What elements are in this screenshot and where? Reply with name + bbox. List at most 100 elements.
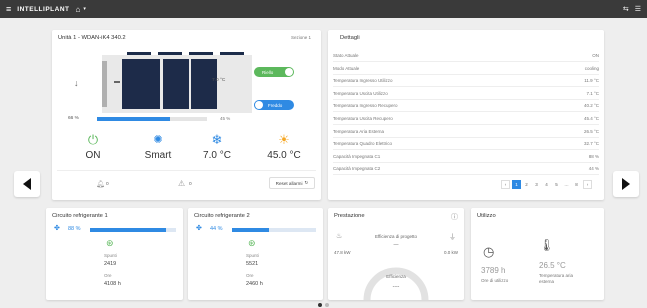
sun-icon: ☀	[278, 132, 290, 147]
circuit-card-2: Circuito refrigerante 2 ✤ 44 % ⊛ Spunti …	[188, 208, 323, 300]
list-icon[interactable]: ☰	[635, 5, 641, 13]
bell-icon: 🔔︎	[96, 181, 105, 188]
mode-toggle-on[interactable]: Riello	[254, 67, 294, 77]
circuit-2-percent: 44 %	[210, 226, 223, 232]
usage-title: Utilizzo	[477, 213, 496, 219]
page-button[interactable]: …	[562, 180, 571, 189]
carousel-dots	[318, 303, 329, 307]
page-button[interactable]: 2	[522, 180, 531, 189]
detail-row: Temperatura Ingresso Utilizzo 11.9 °C	[333, 75, 599, 88]
section-badge: Sezione 1	[290, 35, 311, 40]
toggle-on-label: Riello	[262, 69, 274, 75]
detail-label: Temperatura Aria Esterna	[333, 128, 385, 134]
capacity-bar-fill	[97, 117, 170, 121]
detail-row: Temperatura Uscita Recupero 45.4 °C	[333, 113, 599, 125]
compressor-icon: ⊛	[248, 238, 256, 248]
circuit-1-title: Circuito refrigerante 1	[52, 213, 108, 219]
page-next-button[interactable]: ›	[583, 180, 592, 189]
power-value: ON	[85, 150, 101, 161]
carousel-dot-active[interactable]	[318, 303, 322, 307]
cold-temperature-value: 7.0 °C	[203, 150, 231, 161]
detail-label: Temperatura Quadro Elettrico	[333, 141, 393, 147]
info-icon[interactable]: ⓘ	[451, 212, 458, 222]
page-button[interactable]: 1	[512, 180, 521, 189]
arrow-right-icon	[622, 178, 630, 190]
circuit-2-starts-label: Spunti	[246, 253, 259, 258]
mode-value: Smart	[144, 150, 172, 161]
detail-value: 7.1 °C	[586, 90, 599, 96]
detail-label: Modo Attuale	[333, 65, 360, 71]
detail-row: Capacità Impegnata C2 44 %	[333, 163, 599, 176]
carousel-dot[interactable]	[325, 303, 329, 307]
detail-value: 44 %	[588, 166, 599, 172]
thermometer-icon: 🌡︎	[539, 238, 555, 252]
home-icon[interactable]: ⌂	[75, 5, 80, 14]
circuit-1-hours: 4108 h	[104, 281, 121, 287]
usage-card: Utilizzo ◷ 3789 h Ore di utilizzo 🌡︎ 26.…	[471, 208, 604, 300]
detail-value: 26.5 °C	[583, 128, 599, 134]
swap-icon[interactable]: ⇆	[623, 5, 629, 13]
clock-icon: ◷	[483, 244, 495, 259]
toggle-off-label: Freddo	[268, 102, 283, 108]
page-button[interactable]: 3	[532, 180, 541, 189]
performance-card: Prestazione ⓘ ♨ ⏚ Efficienza di progetto…	[328, 208, 464, 300]
detail-row: Temperatura Ingresso Recupero 40.2 °C	[333, 100, 599, 113]
detail-row: Modo Attuale cooling	[333, 63, 599, 75]
detail-label: Temperatura Ingresso Recupero	[333, 103, 398, 109]
chevron-down-icon[interactable]: ▾	[83, 6, 86, 12]
circuit-2-hours: 2460 h	[246, 281, 263, 287]
power-right: 0.0 kW	[443, 250, 458, 255]
detail-row: Capacità Impegnata C1 88 %	[333, 151, 599, 163]
detail-label: Temperatura Ingresso Utilizzo	[333, 78, 393, 84]
next-arrow-button[interactable]	[613, 171, 639, 197]
previous-arrow-button[interactable]	[14, 171, 40, 197]
detail-value: 11.9 °C	[584, 78, 599, 84]
power-icon: ⏻	[87, 132, 99, 147]
detail-row: Stato Attuale ON	[333, 50, 599, 62]
performance-title: Prestazione	[334, 213, 365, 219]
circuit-1-percent: 88 %	[68, 226, 81, 232]
detail-row: Temperatura Quadro Elettrico 32.7 °C	[333, 138, 599, 151]
unit-temperature: 7.0 °C	[212, 78, 226, 83]
arrow-left-icon	[23, 178, 31, 190]
page-button[interactable]: 8	[572, 180, 581, 189]
circuit-1-bar-fill	[90, 228, 166, 232]
unit-title: Unità 1 - WDAN-iK4 340.2	[58, 35, 126, 41]
detail-row: Temperatura Aria Esterna 26.5 °C	[333, 126, 599, 138]
bulb-icon: ✺	[153, 134, 163, 146]
details-title: Dettagli	[340, 35, 360, 41]
power-left: 47.8 kW	[334, 250, 351, 255]
fan-icon: ✤	[54, 225, 60, 232]
reset-alarms-button[interactable]: Reset allarmi ↻	[269, 177, 315, 189]
outside-temperature-label: Temperatura aria esterna	[539, 273, 574, 284]
page-prev-button[interactable]: ‹	[501, 180, 510, 189]
unit-card: Unità 1 - WDAN-iK4 340.2 Sezione 1 ↓ 7.0…	[52, 30, 321, 200]
refresh-icon: ↻	[304, 180, 309, 185]
compressor-icon: ⊛	[106, 238, 114, 248]
menu-icon[interactable]: ≡	[6, 4, 11, 14]
detail-label: Temperatura Uscita Utilizzo	[333, 90, 388, 96]
detail-label: Capacità Impegnata C2	[333, 166, 381, 172]
pagination: ‹ 1 2 3 4 5… 8 ›	[501, 180, 592, 189]
efficiency-gauge	[363, 267, 429, 300]
circuit-1-hours-label: Ore	[104, 273, 112, 278]
mode-toggle-off[interactable]: Freddo	[254, 100, 294, 110]
circuit-2-hours-label: Ore	[246, 273, 254, 278]
efficiency-label: Efficienza di progetto	[375, 234, 417, 239]
outside-temperature-value: 26.5 °C	[539, 261, 566, 270]
circuit-card-1: Circuito refrigerante 1 ✤ 88 % ⊛ Spunti …	[46, 208, 183, 300]
page-button[interactable]: 4	[542, 180, 551, 189]
percent-right: 45 %	[220, 116, 231, 121]
circuit-2-title: Circuito refrigerante 2	[194, 213, 250, 219]
hot-temperature-value: 45.0 °C	[267, 150, 301, 161]
detail-label: Capacità Impegnata C1	[333, 153, 381, 159]
unit-graphic	[102, 52, 252, 113]
arrow-down-icon: ↓	[74, 78, 79, 88]
detail-value: 32.7 °C	[583, 141, 599, 147]
snowflake-icon: ❄	[211, 132, 223, 147]
page-button[interactable]: 5	[552, 180, 561, 189]
circuit-2-bar-fill	[232, 228, 269, 232]
usage-hours-label: Ore di utilizzo	[481, 278, 509, 283]
detail-label: Stato Attuale	[333, 53, 359, 58]
detail-value: 88 %	[588, 153, 599, 159]
